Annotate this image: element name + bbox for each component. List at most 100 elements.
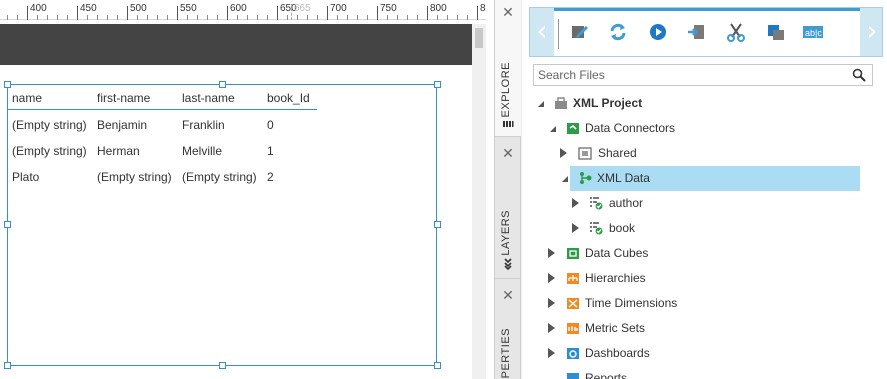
column-header[interactable]: last-name	[182, 86, 235, 110]
design-canvas[interactable]: 400 450 500 550 600 650 700 750 800 85 6…	[0, 0, 486, 379]
rename-icon[interactable]: ab|c	[802, 21, 826, 45]
collapsed-arrow-icon[interactable]	[548, 298, 555, 308]
ruler-label: 600	[230, 3, 247, 14]
tab-divider	[495, 136, 521, 137]
ruler-minor-tick	[397, 15, 398, 20]
ruler-minor-tick	[417, 15, 418, 20]
close-layers-icon[interactable]: ✕	[501, 146, 515, 160]
search-box	[533, 64, 873, 86]
tree-node-xml-data[interactable]: XML Data	[522, 166, 887, 191]
ruler-minor-tick	[7, 15, 8, 20]
collapsed-arrow-icon[interactable]	[548, 348, 555, 358]
ruler-label: 500	[130, 3, 147, 14]
tree-node-label: Shared	[598, 146, 637, 160]
action-toolbar: ‹ ab|c ›	[529, 7, 883, 57]
collapsed-arrow-icon[interactable]	[548, 323, 555, 333]
tree-node-label: author	[609, 196, 644, 210]
expanded-arrow-icon[interactable]	[562, 176, 568, 182]
toolbar-separator	[558, 19, 559, 49]
column-header[interactable]: book_Id	[267, 86, 310, 110]
refresh-icon[interactable]	[606, 21, 630, 45]
tree-node-label: Data Connectors	[585, 121, 676, 135]
column-header[interactable]: name	[12, 86, 42, 110]
ruler-tick	[427, 6, 428, 20]
tree-node-shared[interactable]: Shared	[522, 141, 887, 166]
collapsed-arrow-icon[interactable]	[560, 148, 567, 158]
table-row[interactable]: (Empty string) Herman Melville 1	[7, 138, 317, 164]
play-icon[interactable]	[646, 21, 670, 45]
ruler-minor-tick	[457, 15, 458, 20]
ruler-minor-tick	[287, 15, 288, 20]
copy-icon[interactable]	[764, 21, 788, 45]
canvas-vertical-scrollbar[interactable]	[472, 24, 486, 379]
tree-node-label: Data Cubes	[585, 246, 649, 260]
close-explore-icon[interactable]: ✕	[501, 5, 515, 19]
collapsed-arrow-icon[interactable]	[548, 273, 555, 283]
ruler-minor-tick	[207, 15, 208, 20]
table-header-row: name first-name last-name book_Id	[7, 86, 317, 110]
column-header[interactable]: first-name	[97, 86, 150, 110]
data-table[interactable]: name first-name last-name book_Id (Empty…	[7, 86, 317, 190]
tree-node-book[interactable]: book	[522, 216, 887, 241]
tab-properties-label[interactable]: OPERTIES	[500, 328, 512, 379]
ruler-minor-tick	[317, 15, 318, 20]
ruler-label: 85	[480, 3, 486, 14]
resize-handle-bottom[interactable]	[219, 362, 226, 369]
ruler-tick	[477, 6, 478, 20]
horizontal-ruler: 400 450 500 550 600 650 700 750 800 85 6…	[0, 0, 486, 20]
ruler-minor-tick	[307, 15, 308, 20]
table-check-icon	[589, 221, 603, 235]
ruler-minor-tick	[157, 15, 158, 20]
toolbar-next-button[interactable]: ›	[860, 8, 884, 56]
table-row[interactable]: Plato (Empty string) (Empty string) 2	[7, 164, 317, 190]
search-icon[interactable]	[852, 68, 866, 82]
tree-node-time-dimensions[interactable]: Time Dimensions	[522, 291, 887, 316]
tree-node-data-connectors[interactable]: Data Connectors	[522, 116, 887, 141]
expanded-arrow-icon[interactable]	[538, 101, 544, 107]
ruler-label: 750	[380, 3, 397, 14]
collapsed-arrow-icon[interactable]	[572, 223, 579, 233]
tab-layers-label[interactable]: LAYERS	[500, 210, 512, 256]
table-row[interactable]: (Empty string) Benjamin Franklin 0	[7, 112, 317, 138]
ruler-minor-tick	[367, 15, 368, 20]
ruler-minor-tick	[467, 15, 468, 20]
table-cell: (Empty string)	[97, 170, 172, 184]
collapsed-arrow-icon[interactable]	[548, 248, 555, 258]
tree-node-metric-sets[interactable]: Metric Sets	[522, 316, 887, 341]
ruler-cursor-marker	[291, 4, 292, 20]
ruler-minor-tick	[37, 15, 38, 20]
expanded-arrow-icon[interactable]	[550, 126, 556, 132]
toolbar-prev-button[interactable]: ‹	[530, 8, 554, 56]
time-dimension-icon	[566, 296, 580, 310]
ruler-minor-tick	[267, 15, 268, 20]
ruler-tick	[277, 6, 278, 20]
table-cell: Benjamin	[97, 118, 148, 132]
ruler-minor-tick	[447, 15, 448, 20]
ruler-tick	[377, 6, 378, 20]
resize-handle-left[interactable]	[4, 221, 11, 228]
tab-explore-label[interactable]: EXPLORE	[500, 62, 512, 117]
cut-icon[interactable]	[724, 21, 748, 45]
import-icon[interactable]	[684, 21, 708, 45]
table-cell: (Empty string)	[12, 118, 87, 132]
tree-node-xml-project[interactable]: XML Project	[522, 91, 887, 116]
tree-node-reports[interactable]: Reports	[522, 366, 887, 379]
collapsed-arrow-icon[interactable]	[572, 198, 579, 208]
tree-node-author[interactable]: author	[522, 191, 887, 216]
tree-node-data-cubes[interactable]: Data Cubes	[522, 241, 887, 266]
ruler-tick	[327, 6, 328, 20]
xml-connector-icon	[578, 171, 592, 185]
scrollbar-thumb[interactable]	[475, 28, 483, 48]
close-properties-icon[interactable]: ✕	[501, 288, 515, 302]
resize-handle-top-right[interactable]	[434, 81, 441, 88]
tree-node-dashboards[interactable]: Dashboards	[522, 341, 887, 366]
ruler-minor-tick	[97, 15, 98, 20]
search-input[interactable]	[538, 66, 838, 84]
ruler-tick	[227, 6, 228, 20]
tree-node-hierarchies[interactable]: Hierarchies	[522, 266, 887, 291]
resize-handle-bottom-right[interactable]	[434, 362, 441, 369]
resize-handle-bottom-left[interactable]	[4, 362, 11, 369]
edit-icon[interactable]	[568, 21, 592, 45]
resize-handle-right[interactable]	[434, 221, 441, 228]
ruler-minor-tick	[197, 15, 198, 20]
